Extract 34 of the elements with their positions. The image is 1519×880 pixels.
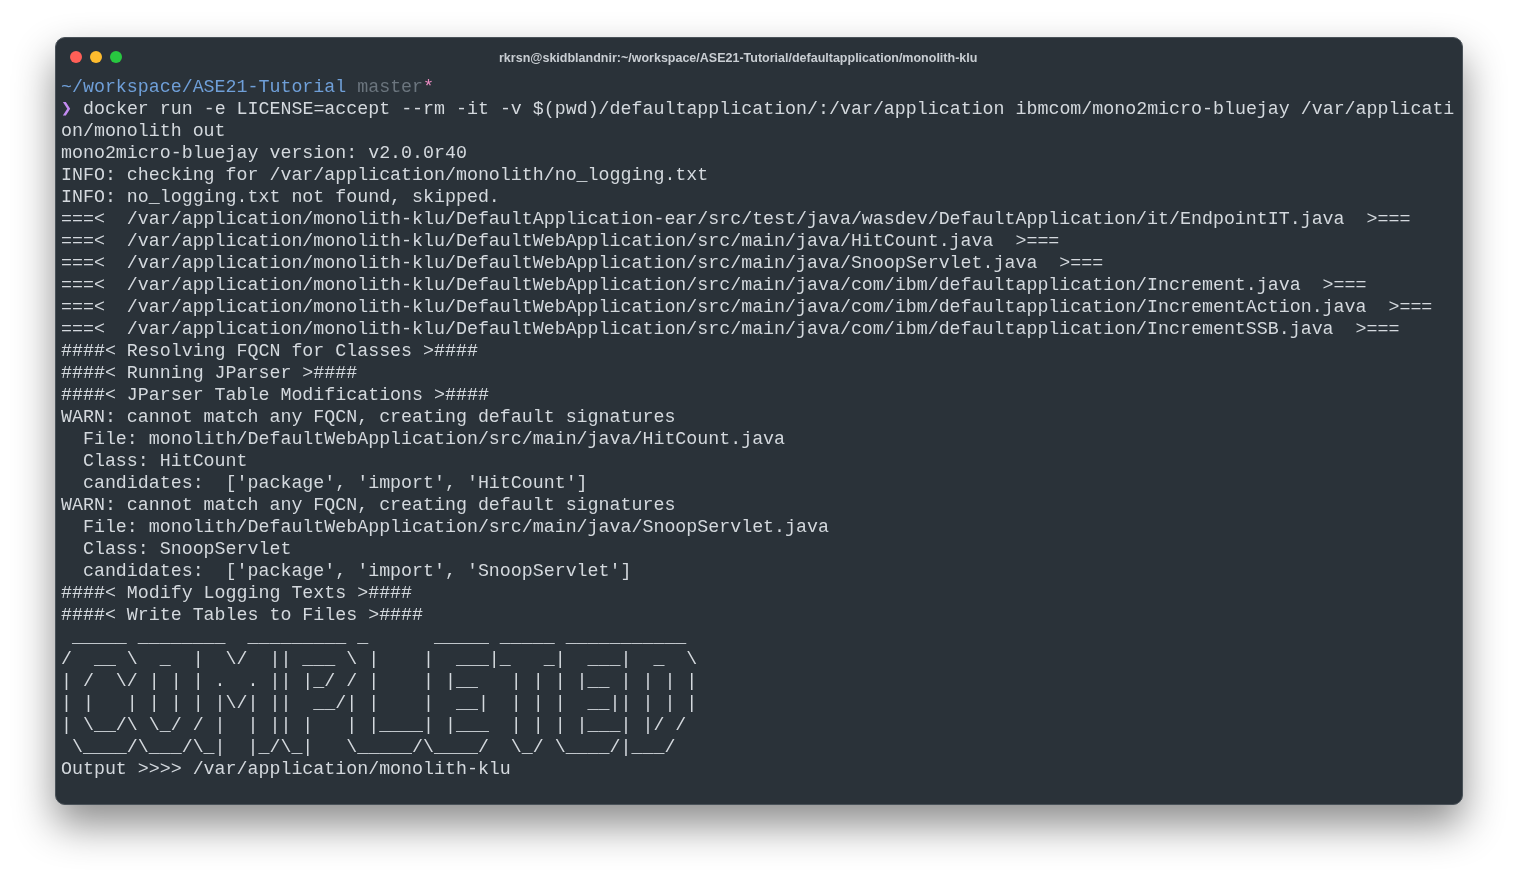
terminal-line: mono2micro-bluejay version: v2.0.0r40 bbox=[61, 142, 467, 164]
terminal-line: File: monolith/DefaultWebApplication/src/main/java/HitCount.java bbox=[81, 428, 786, 450]
terminal-line: Output >>>> /var/application/monolith-klu bbox=[61, 758, 511, 780]
terminal-line: ####< Resolving FQCN for Classes >#### bbox=[61, 340, 478, 362]
terminal-line: ===< /var/application/monolith-klu/DefaultWebApplication/src/main/java/com/ibm/defaultapplication/Increment.java >=== bbox=[61, 274, 1367, 296]
terminal-line: ####< JParser Table Modifications >#### bbox=[61, 384, 489, 406]
ascii-art: _____ ________ _________ _ _____ _____ ___________ / __ \ _ | \/ || ___ \ | | ___|_ _| ___| _ \ | / \/ | | | . . || |_/ / | | |__ | | | |__ | | | | | | | | | | |\/| || __/| | | __| | | | __|| | | | | \__/\ \_/ / | | || | | |____| |___ | | | |___| |/ / \____/\___/\_| |_/\_| \_____/\____/ \_/ \____/|___/ bbox=[61, 626, 698, 758]
terminal-line: on/monolith out bbox=[61, 120, 226, 142]
terminal-line: Class: SnoopServlet bbox=[81, 538, 292, 560]
terminal-line: ####< Write Tables to Files >#### bbox=[61, 604, 424, 626]
terminal-line: ===< /var/application/monolith-klu/DefaultWebApplication/src/main/java/com/ibm/defaultapplication/IncrementSSB.java >=== bbox=[61, 318, 1400, 340]
prompt-symbol: ❯ bbox=[61, 98, 72, 120]
terminal-line: ===< /var/application/monolith-klu/DefaultWebApplication/src/main/java/SnoopServlet.java >=== bbox=[61, 252, 1104, 274]
terminal-line: candidates: ['package', 'import', 'SnoopServlet'] bbox=[81, 560, 632, 582]
terminal-line: ===< /var/application/monolith-klu/DefaultApplication-ear/src/test/java/wasdev/DefaultApplication/it/EndpointIT.java >=== bbox=[61, 208, 1411, 230]
command-text: docker run -e LICENSE=accept --rm -it -v $(pwd)/defaultapplication/:/var/application ibmcom/mono2micro-bluejay /var/applicati bbox=[83, 98, 1455, 120]
terminal-line: WARN: cannot match any FQCN, creating default signatures bbox=[61, 406, 676, 428]
minimize-button[interactable] bbox=[90, 51, 102, 63]
prompt-path: ~/workspace/ASE21-Tutorial bbox=[61, 76, 347, 98]
terminal-line: File: monolith/DefaultWebApplication/src/main/java/SnoopServlet.java bbox=[81, 516, 829, 538]
terminal-line: ===< /var/application/monolith-klu/DefaultWebApplication/src/main/java/HitCount.java >=== bbox=[61, 230, 1060, 252]
terminal-line: candidates: ['package', 'import', 'HitCount'] bbox=[81, 472, 588, 494]
maximize-button[interactable] bbox=[110, 51, 122, 63]
close-button[interactable] bbox=[70, 51, 82, 63]
window-title: rkrsn@skidblandnir:~/workspace/ASE21-Tutorial/defaultapplication/monolith-klu bbox=[499, 50, 978, 67]
terminal-line: ===< /var/application/monolith-klu/DefaultWebApplication/src/main/java/com/ibm/defaultapplication/IncrementAction.java >=== bbox=[61, 296, 1433, 318]
terminal-line: Class: HitCount bbox=[81, 450, 248, 472]
git-branch: master bbox=[357, 76, 424, 98]
terminal-line: INFO: no_logging.txt not found, skipped. bbox=[61, 186, 500, 208]
terminal-line: WARN: cannot match any FQCN, creating default signatures bbox=[61, 494, 676, 516]
dirty-mark: * bbox=[423, 76, 435, 98]
terminal-line: INFO: checking for /var/application/monolith/no_logging.txt bbox=[61, 164, 709, 186]
terminal-line: ####< Modify Logging Texts >#### bbox=[61, 582, 413, 604]
terminal-line: ####< Running JParser >#### bbox=[61, 362, 358, 384]
